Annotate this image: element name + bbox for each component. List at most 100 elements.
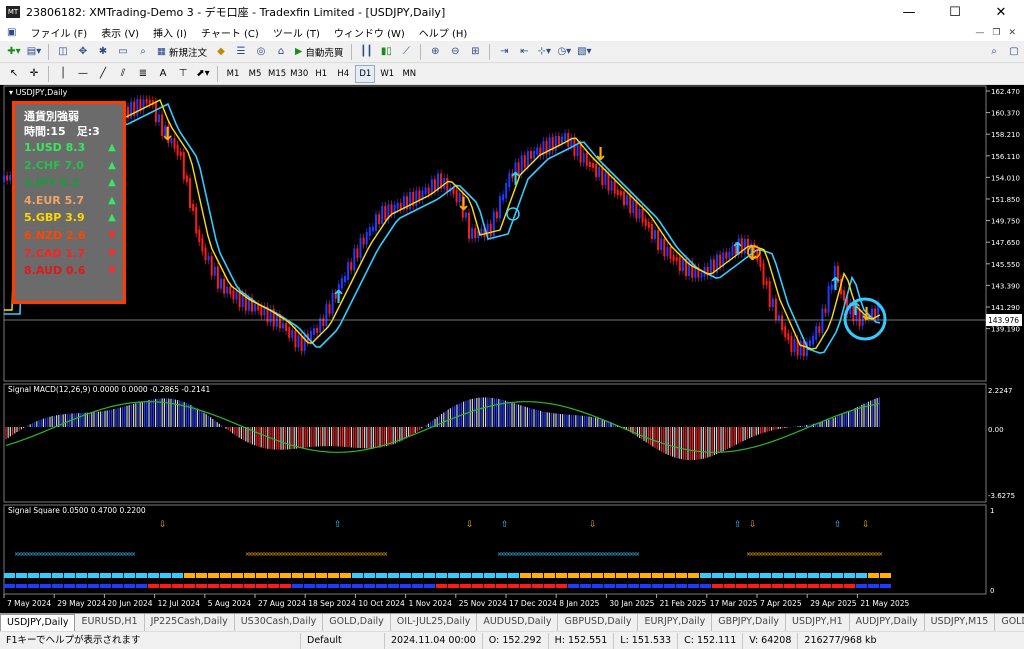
menu-file[interactable]: ファイル (F) — [23, 25, 94, 40]
vertical-line-icon[interactable]: │ — [54, 65, 72, 83]
label-icon[interactable]: ⊤ — [174, 65, 192, 83]
indicators-icon[interactable]: ⊹▾ — [535, 43, 553, 61]
candle-body — [210, 256, 213, 276]
channel-icon[interactable]: ⫽ — [114, 65, 132, 83]
drawing-toolbar: ↖ ✛ │ — ╱ ⫽ ≣ A ⊤ ⬈▾ M1 M5 M15 M30 H1 H4… — [0, 63, 1024, 85]
candle-body — [254, 304, 257, 312]
menu-insert[interactable]: 挿入 (I) — [146, 25, 194, 40]
line-chart-icon[interactable]: ⟋ — [397, 43, 415, 61]
maximize-button[interactable]: ☐ — [932, 0, 978, 24]
chart-tab[interactable]: GOLD,Daily — [323, 614, 391, 631]
square-bar — [64, 584, 75, 588]
cursor-icon[interactable]: ↖ — [5, 65, 23, 83]
chart-shift-icon[interactable]: ⇤ — [515, 43, 533, 61]
square-bar — [808, 584, 819, 588]
chart-tab[interactable]: OIL-JUL25,Daily — [391, 614, 478, 631]
chart-window[interactable]: ▾ USDJPY,Daily ↑ ↑ ↑ ↑ ↑ ↓ ↓ ↓ ↓ ↓ 162.470 160.370… — [0, 85, 1024, 613]
timeframe-d1[interactable]: D1 — [355, 64, 376, 83]
candle-body — [213, 266, 216, 276]
square-bar — [760, 584, 771, 588]
menu-icon[interactable]: ▣ — [0, 27, 23, 38]
text-icon[interactable]: A — [154, 65, 172, 83]
templates-icon[interactable]: ▧▾ — [575, 43, 593, 61]
options-icon[interactable]: ☰ — [232, 43, 250, 61]
child-restore-icon[interactable]: ❐ — [992, 28, 1000, 38]
chart-tab[interactable]: EURJPY,Daily — [638, 614, 713, 631]
menu-chart[interactable]: チャート (C) — [194, 25, 266, 40]
timeframe-m1[interactable]: M1 — [223, 65, 243, 83]
chart-tab[interactable]: GBPJPY,Daily — [712, 614, 786, 631]
trendline-icon[interactable]: ╱ — [94, 65, 112, 83]
chart-tab[interactable]: USDJPY,Daily — [0, 614, 76, 631]
timeframe-m15[interactable]: M15 — [267, 65, 287, 83]
minimize-button[interactable]: — — [886, 0, 932, 24]
chart-tab[interactable]: USDJPY,H1 — [786, 614, 850, 631]
auto-scroll-icon[interactable]: ⇥ — [495, 43, 513, 61]
periods-icon[interactable]: ◷▾ — [555, 43, 573, 61]
candle-body — [384, 205, 387, 220]
app-icon: MT — [6, 6, 20, 18]
chart-canvas[interactable]: ▾ USDJPY,Daily ↑↑↑↑↑↓↓↓↓↓ 162.470160.370… — [0, 85, 1024, 613]
candle-body — [523, 155, 526, 168]
square-bar — [604, 584, 615, 588]
zoom-out-icon[interactable]: ⊖ — [446, 43, 464, 61]
terminal-icon[interactable]: ▭ — [114, 43, 132, 61]
chat-icon[interactable]: ▢ — [1005, 43, 1023, 61]
chart-tab[interactable]: JP225Cash,Daily — [145, 614, 235, 631]
shapes-icon[interactable]: ⬈▾ — [194, 65, 212, 83]
zoom-in-icon[interactable]: ⊕ — [426, 43, 444, 61]
timeframe-mn[interactable]: MN — [399, 65, 419, 83]
horizontal-line-icon[interactable]: — — [74, 65, 92, 83]
timeframe-h4[interactable]: H4 — [333, 65, 353, 83]
down-triangle-icon: ▼ — [108, 247, 116, 259]
navigator-icon[interactable]: ✱ — [94, 43, 112, 61]
separator — [48, 65, 49, 82]
close-button[interactable]: ✕ — [978, 0, 1024, 24]
menu-view[interactable]: 表示 (V) — [94, 25, 146, 40]
new-chart-icon[interactable]: ✚▾ — [5, 43, 23, 61]
timeframe-m5[interactable]: M5 — [245, 65, 265, 83]
profiles-icon[interactable]: ▤▾ — [25, 43, 43, 61]
auto-trading-button[interactable]: ▶ 自動売買 — [292, 43, 346, 61]
menu-tools[interactable]: ツール (T) — [266, 25, 327, 40]
candle-body — [282, 322, 284, 329]
bar-chart-icon[interactable]: ┃┃ — [357, 43, 375, 61]
timeframe-w1[interactable]: W1 — [377, 65, 397, 83]
up-triangle-icon: ▲ — [108, 212, 116, 224]
chart-tab[interactable]: AUDUSD,Daily — [477, 614, 559, 631]
market-icon[interactable]: ⌂ — [272, 43, 290, 61]
data-window-icon[interactable]: ✥ — [74, 43, 92, 61]
child-close-icon[interactable]: ✕ — [1008, 28, 1016, 38]
candle-body — [192, 203, 195, 211]
new-order-button[interactable]: ▦ 新規注文 — [154, 43, 210, 61]
square-bar — [496, 584, 507, 588]
fibonacci-icon[interactable]: ≣ — [134, 65, 152, 83]
menu-help[interactable]: ヘルプ (H) — [412, 25, 475, 40]
down-triangle-icon: ▼ — [108, 229, 116, 241]
candle-body — [375, 214, 377, 231]
square-bar — [880, 573, 891, 578]
square-bar — [808, 573, 819, 578]
candle-body — [204, 247, 207, 261]
timeframe-m30[interactable]: M30 — [289, 65, 309, 83]
chart-tab[interactable]: AUDJPY,Daily — [850, 614, 925, 631]
metaeditor-icon[interactable]: ◆ — [212, 43, 230, 61]
timeframe-h1[interactable]: H1 — [311, 65, 331, 83]
square-bar — [820, 573, 831, 578]
chart-tab[interactable]: EURUSD,H1 — [75, 614, 145, 631]
chart-tab[interactable]: USDJPY,M15 — [925, 614, 996, 631]
crosshair-icon[interactable]: ✛ — [25, 65, 43, 83]
strategy-tester-icon[interactable]: ⌕ — [134, 43, 152, 61]
candlestick-icon[interactable]: ▮▯ — [377, 43, 395, 61]
child-minimize-icon[interactable]: — — [975, 28, 984, 38]
chart-tab[interactable]: GOLD,H — [995, 614, 1024, 631]
menu-window[interactable]: ウィンドウ (W) — [327, 25, 412, 40]
market-watch-icon[interactable]: ◫ — [54, 43, 72, 61]
candle-body — [635, 200, 638, 219]
tile-windows-icon[interactable]: ⊞ — [466, 43, 484, 61]
signals-icon[interactable]: ◎ — [252, 43, 270, 61]
search-icon[interactable]: ⌕ — [985, 43, 1003, 61]
candle-body — [362, 237, 365, 245]
chart-tab[interactable]: GBPUSD,Daily — [558, 614, 639, 631]
chart-tab[interactable]: US30Cash,Daily — [235, 614, 324, 631]
